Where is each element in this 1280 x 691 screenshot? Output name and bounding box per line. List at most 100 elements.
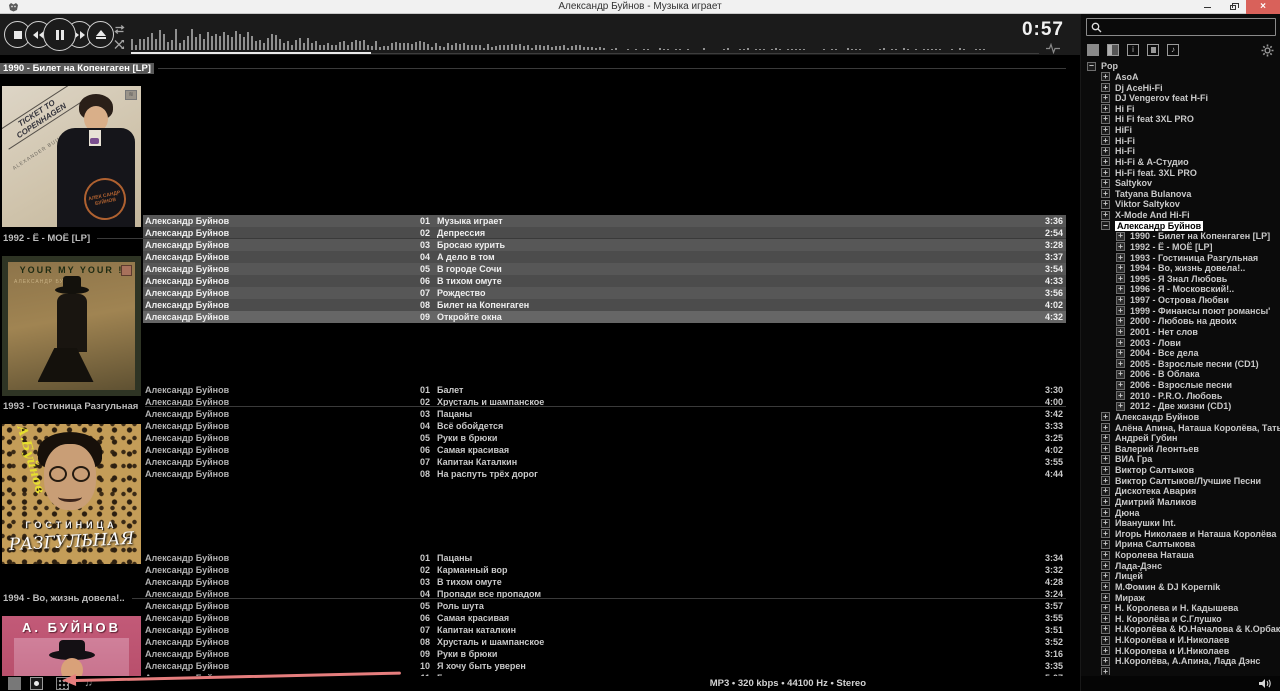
- expand-toggle-icon[interactable]: [1101, 433, 1110, 443]
- tree-item[interactable]: 2006 - В Облака: [1081, 369, 1280, 380]
- expand-toggle-icon[interactable]: [1101, 561, 1110, 571]
- expand-toggle-icon[interactable]: [1101, 444, 1110, 454]
- visualization-toggle-icon[interactable]: [1046, 43, 1060, 54]
- tree-item[interactable]: Лицей: [1081, 571, 1280, 582]
- tree-item[interactable]: 1993 - Гостиница Разгульная: [1081, 252, 1280, 263]
- tree-item[interactable]: 1995 - Я Знал Любовь: [1081, 274, 1280, 285]
- tree-item[interactable]: 1992 - Ё - МОЁ [LP]: [1081, 242, 1280, 253]
- tree-item[interactable]: 1999 - Финансы поют романсы': [1081, 305, 1280, 316]
- expand-toggle-icon[interactable]: [1101, 582, 1110, 592]
- tree-item[interactable]: Алёна Апина, Наташа Королёва, Татьяна Бу…: [1081, 422, 1280, 433]
- expand-toggle-icon[interactable]: [1101, 518, 1110, 528]
- expand-toggle-icon[interactable]: [1116, 401, 1125, 411]
- expand-toggle-icon[interactable]: [1101, 210, 1110, 220]
- expand-toggle-icon[interactable]: [1101, 497, 1110, 507]
- track-row[interactable]: Александр Буйнов 03 В тихом омуте 4:28: [143, 576, 1066, 588]
- tree-item[interactable]: Дискотека Авария: [1081, 486, 1280, 497]
- repeat-icon[interactable]: [113, 23, 126, 36]
- tree-item[interactable]: Королева Наташа: [1081, 550, 1280, 561]
- tree-item[interactable]: Александр Буйнов: [1081, 220, 1280, 231]
- expand-toggle-icon[interactable]: [1101, 656, 1110, 666]
- tree-item[interactable]: Игорь Николаев и Наташа Королёва: [1081, 529, 1280, 540]
- expand-toggle-icon[interactable]: [1101, 146, 1110, 156]
- tree-item[interactable]: Saltykov: [1081, 178, 1280, 189]
- tree-item[interactable]: Валерий Леонтьев: [1081, 444, 1280, 455]
- search-input[interactable]: [1106, 20, 1275, 34]
- tree-item[interactable]: Иванушки Int.: [1081, 518, 1280, 529]
- expand-toggle-icon[interactable]: [1101, 539, 1110, 549]
- expand-toggle-icon[interactable]: [1101, 412, 1110, 422]
- tree-item[interactable]: 2010 - P.R.O. Любовь: [1081, 390, 1280, 401]
- info-view-icon[interactable]: i: [1127, 44, 1139, 56]
- tree-item[interactable]: Hi-Fi: [1081, 135, 1280, 146]
- tree-item[interactable]: AsoA: [1081, 72, 1280, 83]
- tree-item[interactable]: Н.Королева и И.Николаев: [1081, 645, 1280, 656]
- tree-item[interactable]: Виктор Салтыков/Лучшие Песни: [1081, 475, 1280, 486]
- expand-toggle-icon[interactable]: [1101, 157, 1110, 167]
- tree-item[interactable]: [1081, 667, 1280, 675]
- expand-toggle-icon[interactable]: [1101, 72, 1110, 82]
- expand-toggle-icon[interactable]: [1101, 614, 1110, 624]
- tree-item[interactable]: Н. Королева и Н. Кадышева: [1081, 603, 1280, 614]
- track-row[interactable]: Александр Буйнов 02 Карманный вор 3:32: [143, 564, 1066, 576]
- tree-item[interactable]: 2001 - Нет слов: [1081, 327, 1280, 338]
- tree-item[interactable]: 2000 - Любовь на двоих: [1081, 316, 1280, 327]
- expand-toggle-icon[interactable]: [1116, 306, 1125, 316]
- tree-item[interactable]: Ирина Салтыкова: [1081, 539, 1280, 550]
- expand-toggle-icon[interactable]: [1116, 369, 1125, 379]
- expand-toggle-icon[interactable]: [1101, 199, 1110, 209]
- tree-item[interactable]: М.Фомин & DJ Kopernik: [1081, 582, 1280, 593]
- tree-item[interactable]: Tatyana Bulanova: [1081, 189, 1280, 200]
- expand-toggle-icon[interactable]: [1101, 136, 1110, 146]
- expand-toggle-icon[interactable]: [1101, 529, 1110, 539]
- seekbar-played[interactable]: [131, 52, 371, 54]
- expand-toggle-icon[interactable]: [1101, 667, 1110, 675]
- expand-toggle-icon[interactable]: [1101, 83, 1110, 93]
- expand-toggle-icon[interactable]: [1116, 380, 1125, 390]
- tree-item[interactable]: Pop: [1081, 61, 1280, 72]
- expand-toggle-icon[interactable]: [1101, 508, 1110, 518]
- tree-item[interactable]: 2004 - Все дела: [1081, 348, 1280, 359]
- expand-toggle-icon[interactable]: [1101, 114, 1110, 124]
- tree-item[interactable]: Dj AceHi-Fi: [1081, 82, 1280, 93]
- expand-toggle-icon[interactable]: [1116, 391, 1125, 401]
- view-list-icon[interactable]: [8, 677, 21, 690]
- artist-view-icon[interactable]: [1147, 44, 1159, 56]
- expand-toggle-icon[interactable]: [1116, 295, 1125, 305]
- tree-item[interactable]: Hi Fi feat 3XL PRO: [1081, 114, 1280, 125]
- tree-item[interactable]: Дюна: [1081, 507, 1280, 518]
- expand-toggle-icon[interactable]: [1101, 646, 1110, 656]
- pause-button[interactable]: [43, 18, 76, 51]
- eject-button[interactable]: [87, 21, 114, 48]
- expand-toggle-icon[interactable]: [1101, 465, 1110, 475]
- volume-icon[interactable]: [1258, 678, 1272, 689]
- expand-toggle-icon[interactable]: [1116, 231, 1125, 241]
- tree-item[interactable]: 2006 - Взрослые песни: [1081, 380, 1280, 391]
- expand-toggle-icon[interactable]: [1101, 603, 1110, 613]
- album-group-header[interactable]: 1992 - Ё - МОЁ [LP]: [0, 232, 1066, 244]
- expand-toggle-icon[interactable]: [1101, 93, 1110, 103]
- expand-toggle-icon[interactable]: [1101, 486, 1110, 496]
- tree-item[interactable]: Мираж: [1081, 592, 1280, 603]
- track-row[interactable]: Александр Буйнов 01 Музыка играет 3:36: [143, 215, 1066, 227]
- close-button[interactable]: ×: [1246, 0, 1280, 14]
- tree-item[interactable]: Дмитрий Маликов: [1081, 497, 1280, 508]
- expand-toggle-icon[interactable]: [1087, 61, 1096, 71]
- tree-item[interactable]: Hi Fi: [1081, 104, 1280, 115]
- tree-item[interactable]: 1996 - Я - Московский!..: [1081, 284, 1280, 295]
- expand-toggle-icon[interactable]: [1116, 263, 1125, 273]
- shuffle-icon[interactable]: [113, 38, 126, 51]
- expand-toggle-icon[interactable]: [1101, 624, 1110, 634]
- tree-item[interactable]: 2012 - Две жизни (CD1): [1081, 401, 1280, 412]
- settings-gear-icon[interactable]: [1261, 44, 1274, 57]
- tree-item[interactable]: 1990 - Билет на Копенгаген [LP]: [1081, 231, 1280, 242]
- waveform-visualization[interactable]: [131, 22, 988, 50]
- search-box[interactable]: [1086, 18, 1276, 36]
- expand-toggle-icon[interactable]: [1101, 168, 1110, 178]
- expand-toggle-icon[interactable]: [1101, 571, 1110, 581]
- album-group-header[interactable]: 1993 - Гостиница Разгульная: [0, 400, 1066, 412]
- expand-toggle-icon[interactable]: [1116, 359, 1125, 369]
- tree-item[interactable]: Н.Королёва, А.Апина, Лада Дэнс: [1081, 656, 1280, 667]
- track-row[interactable]: Александр Буйнов 01 Балет 3:30: [143, 384, 1066, 396]
- tree-item[interactable]: Н. Королёва и С.Глушко: [1081, 614, 1280, 625]
